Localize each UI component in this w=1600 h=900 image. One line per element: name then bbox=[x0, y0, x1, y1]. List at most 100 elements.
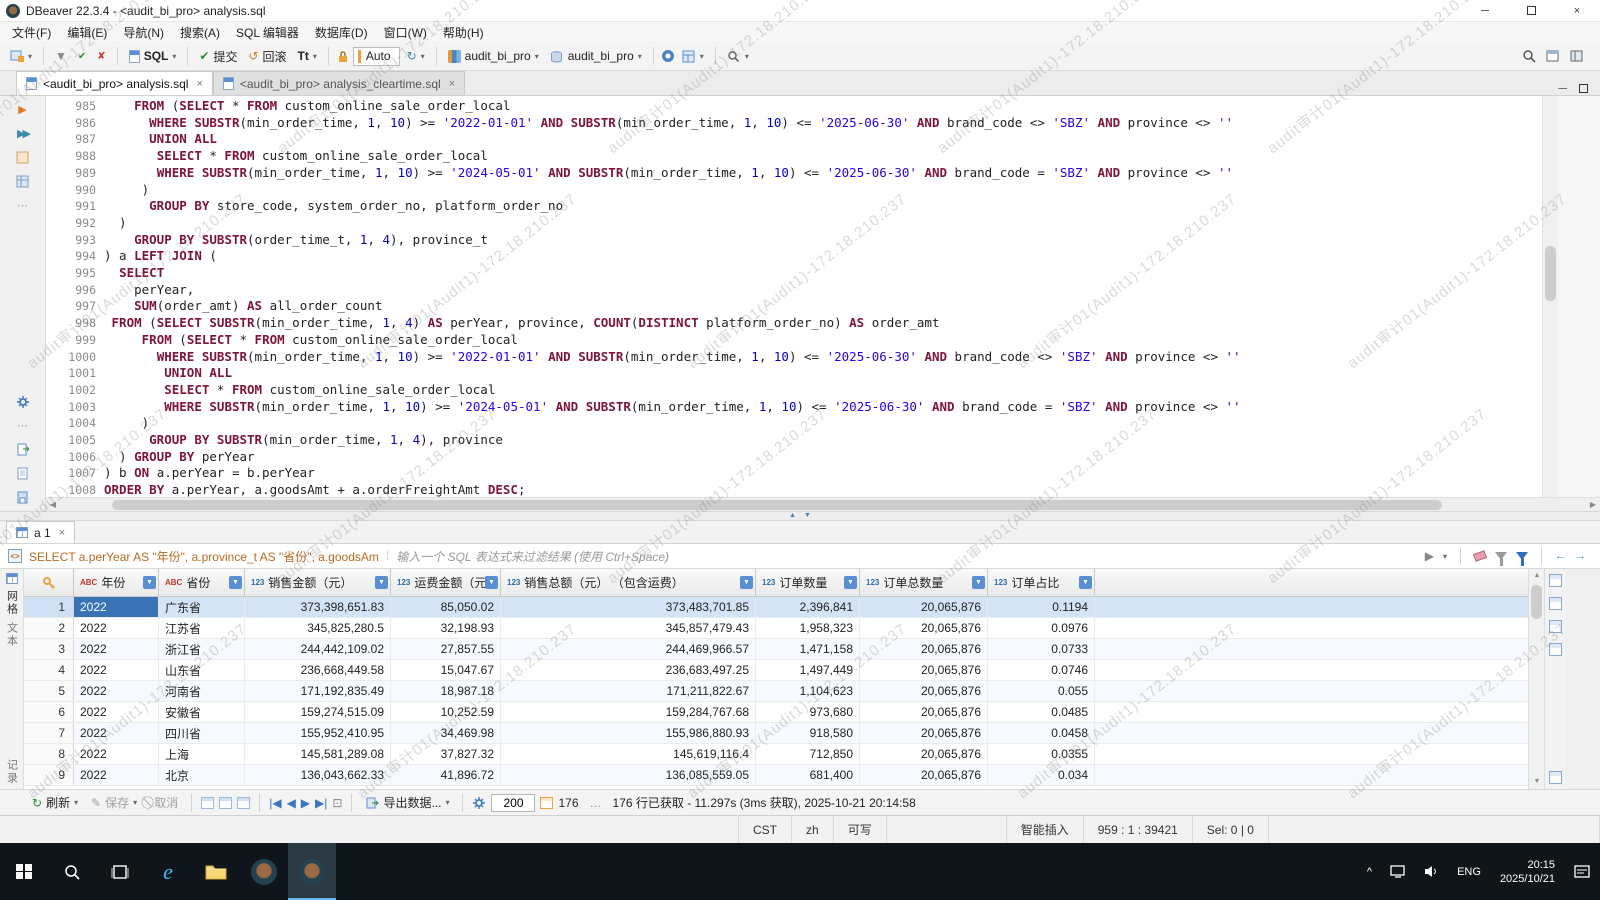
new-sql-editor-button[interactable]: SQL▾ bbox=[125, 47, 181, 65]
table-row[interactable]: 12022广东省373,398,651.8385,050.02373,483,7… bbox=[24, 597, 1528, 618]
row-number[interactable]: 9 bbox=[24, 765, 74, 785]
table-row[interactable]: 22022江苏省345,825,280.532,198.93345,857,47… bbox=[24, 618, 1528, 639]
column-filter-button[interactable]: ▼ bbox=[143, 576, 156, 589]
autocommit-selector[interactable]: Auto bbox=[353, 47, 400, 66]
layout-button[interactable]: ▾ bbox=[678, 47, 708, 65]
editor-tab-analysis-cleartime[interactable]: <audit_bi_pro> analysis_cleartime.sql × bbox=[213, 71, 465, 95]
grid-cell[interactable]: 345,857,479.43 bbox=[501, 618, 756, 638]
grid-cell[interactable]: 20,065,876 bbox=[860, 597, 988, 617]
tray-expand-icon[interactable]: ^ bbox=[1358, 843, 1381, 900]
grid-corner[interactable] bbox=[24, 569, 74, 596]
save-doc-icon[interactable] bbox=[15, 490, 30, 505]
grid-cell[interactable]: 155,986,880.93 bbox=[501, 723, 756, 743]
row-number[interactable]: 3 bbox=[24, 639, 74, 659]
code-line[interactable]: SELECT * FROM custom_online_sale_order_l… bbox=[104, 148, 1542, 165]
save-filter-icon[interactable] bbox=[1495, 552, 1507, 560]
grid-cell[interactable]: 2022 bbox=[74, 744, 159, 764]
new-connection-button[interactable]: ▾ bbox=[6, 47, 36, 65]
grid-cell[interactable]: 159,274,515.09 bbox=[245, 702, 391, 722]
table-row[interactable]: 42022山东省236,668,449.5815,047.67236,683,4… bbox=[24, 660, 1528, 681]
action-center-icon[interactable] bbox=[1565, 843, 1600, 900]
clear-filter-icon[interactable] bbox=[1473, 550, 1487, 562]
grid-cell[interactable]: 20,065,876 bbox=[860, 618, 988, 638]
grid-cell[interactable]: 244,469,966.57 bbox=[501, 639, 756, 659]
fetch-icon-button[interactable]: ▼ bbox=[51, 47, 71, 65]
code-line[interactable]: UNION ALL bbox=[104, 131, 1542, 148]
grid-cell[interactable]: 32,198.93 bbox=[391, 618, 501, 638]
grid-cell[interactable]: 1,471,158 bbox=[756, 639, 860, 659]
grid-cell[interactable]: 0.0458 bbox=[988, 723, 1095, 743]
commit-button[interactable]: ✔提交 bbox=[195, 46, 241, 67]
grid-cell[interactable]: 北京 bbox=[159, 765, 245, 785]
row-number[interactable]: 4 bbox=[24, 660, 74, 680]
grid-cell[interactable]: 浙江省 bbox=[159, 639, 245, 659]
scroll-right-icon[interactable]: ▶ bbox=[1586, 500, 1600, 509]
minimize-button[interactable]: ─ bbox=[1462, 0, 1508, 21]
column-filter-button[interactable]: ▼ bbox=[485, 576, 498, 589]
grid-cell[interactable]: 0.0976 bbox=[988, 618, 1095, 638]
grid-vertical-scrollbar[interactable]: ▲ ▼ bbox=[1528, 569, 1544, 789]
execute-statement-icon[interactable]: ▶ bbox=[15, 102, 30, 117]
dbeaver-taskbar-button[interactable] bbox=[240, 843, 288, 900]
scrollbar-thumb[interactable] bbox=[1531, 585, 1542, 619]
task-view-button[interactable] bbox=[96, 843, 144, 900]
grid-cell[interactable]: 0.0485 bbox=[988, 702, 1095, 722]
editor-horizontal-scrollbar[interactable]: ◀ ▶ bbox=[46, 497, 1600, 511]
grid-cell[interactable]: 37,827.32 bbox=[391, 744, 501, 764]
code-line[interactable]: GROUP BY SUBSTR(order_time_t, 1, 4), pro… bbox=[104, 232, 1542, 249]
menu-item[interactable]: 导航(N) bbox=[115, 22, 172, 43]
panels-icon[interactable] bbox=[1549, 597, 1562, 610]
code-line[interactable]: WHERE SUBSTR(min_order_time, 1, 10) >= '… bbox=[104, 349, 1542, 366]
grid-cell[interactable]: 236,668,449.58 bbox=[245, 660, 391, 680]
close-button[interactable]: × bbox=[1554, 0, 1600, 21]
grid-cell[interactable]: 136,043,662.33 bbox=[245, 765, 391, 785]
grid-cell[interactable]: 236,683,497.25 bbox=[501, 660, 756, 680]
open-perspective-icon[interactable] bbox=[1546, 49, 1560, 63]
dbeaver-taskbar-button-active[interactable] bbox=[288, 843, 336, 900]
code-line[interactable]: ORDER BY a.perYear, a.goodsAmt + a.order… bbox=[104, 482, 1542, 497]
table-row[interactable]: 62022安徽省159,274,515.0910,252.59159,284,7… bbox=[24, 702, 1528, 723]
nav-forward-icon[interactable]: → bbox=[1575, 550, 1586, 562]
grid-view-icon[interactable] bbox=[6, 573, 18, 584]
rollback-button[interactable]: ↺回滚 bbox=[244, 46, 290, 67]
more-dots-icon[interactable]: ⋯ bbox=[15, 418, 30, 433]
grid-cell[interactable]: 0.0355 bbox=[988, 744, 1095, 764]
code-line[interactable]: SELECT * FROM custom_online_sale_order_l… bbox=[104, 382, 1542, 399]
grid-cell[interactable]: 27,857.55 bbox=[391, 639, 501, 659]
grid-cell[interactable]: 2022 bbox=[74, 660, 159, 680]
grid-cell[interactable]: 41,896.72 bbox=[391, 765, 501, 785]
code-line[interactable]: GROUP BY SUBSTR(min_order_time, 1, 4), p… bbox=[104, 432, 1542, 449]
export-data-button[interactable]: 导出数据...▾ bbox=[361, 792, 453, 813]
grid-cell[interactable]: 2022 bbox=[74, 702, 159, 722]
grid-cell[interactable]: 1,958,323 bbox=[756, 618, 860, 638]
tab-record-view[interactable]: 记录 bbox=[4, 759, 20, 785]
column-filter-button[interactable]: ▼ bbox=[740, 576, 753, 589]
grid-cell[interactable]: 20,065,876 bbox=[860, 723, 988, 743]
code-line[interactable]: SELECT bbox=[104, 265, 1542, 282]
grid-cell[interactable]: 20,065,876 bbox=[860, 765, 988, 785]
menu-item[interactable]: 数据库(D) bbox=[307, 22, 376, 43]
grid-cell[interactable]: 171,192,835.49 bbox=[245, 681, 391, 701]
column-filter-button[interactable]: ▼ bbox=[844, 576, 857, 589]
caret-position[interactable]: 959 : 1 : 39421 bbox=[1083, 816, 1192, 843]
grid-cell[interactable]: 0.1194 bbox=[988, 597, 1095, 617]
table-row[interactable]: 72022四川省155,952,410.9534,469.98155,986,8… bbox=[24, 723, 1528, 744]
grid-cell[interactable]: 河南省 bbox=[159, 681, 245, 701]
code-area[interactable]: FROM (SELECT * FROM custom_online_sale_o… bbox=[104, 96, 1542, 497]
code-line[interactable]: ) bbox=[104, 182, 1542, 199]
editor-tab-analysis[interactable]: <audit_bi_pro> analysis.sql × bbox=[16, 71, 213, 95]
column-filter-button[interactable]: ▼ bbox=[972, 576, 985, 589]
grid-cell[interactable]: 2022 bbox=[74, 618, 159, 638]
nav-back-icon[interactable]: ← bbox=[1555, 550, 1566, 562]
result-settings-gear-icon[interactable] bbox=[472, 796, 486, 810]
code-line[interactable]: WHERE SUBSTR(min_order_time, 1, 10) >= '… bbox=[104, 399, 1542, 416]
table-row[interactable]: 52022河南省171,192,835.4918,987.18171,211,8… bbox=[24, 681, 1528, 702]
grid-cell[interactable]: 1,104,623 bbox=[756, 681, 860, 701]
grid-cell[interactable]: 2022 bbox=[74, 723, 159, 743]
history-button[interactable]: ↻▾ bbox=[403, 47, 429, 65]
grid-cell[interactable]: 0.0733 bbox=[988, 639, 1095, 659]
grid-cell[interactable]: 0.034 bbox=[988, 765, 1095, 785]
export-result-icon[interactable] bbox=[15, 442, 30, 457]
code-line[interactable]: FROM (SELECT SUBSTR(min_order_time, 1, 4… bbox=[104, 315, 1542, 332]
metadata-panel-icon[interactable] bbox=[1549, 643, 1562, 656]
